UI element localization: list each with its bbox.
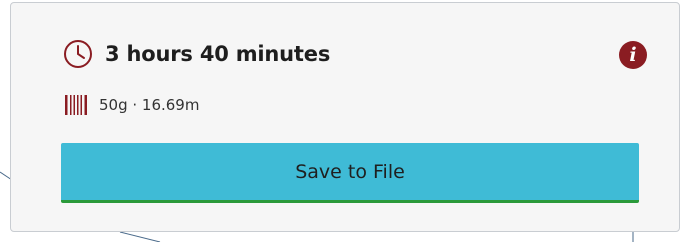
filament-spool-icon [65,95,87,115]
print-time-row: 3 hours 40 minutes [63,39,330,69]
print-summary-panel: 3 hours 40 minutes i 50g · 16.69m Save t… [10,2,680,232]
clock-icon [64,40,92,68]
estimated-print-time: 3 hours 40 minutes [105,42,331,66]
save-to-file-button[interactable]: Save to File [61,143,639,203]
info-icon[interactable]: i [619,41,647,69]
material-usage: 50g · 16.69m [99,96,200,114]
material-usage-row: 50g · 16.69m [63,92,199,118]
